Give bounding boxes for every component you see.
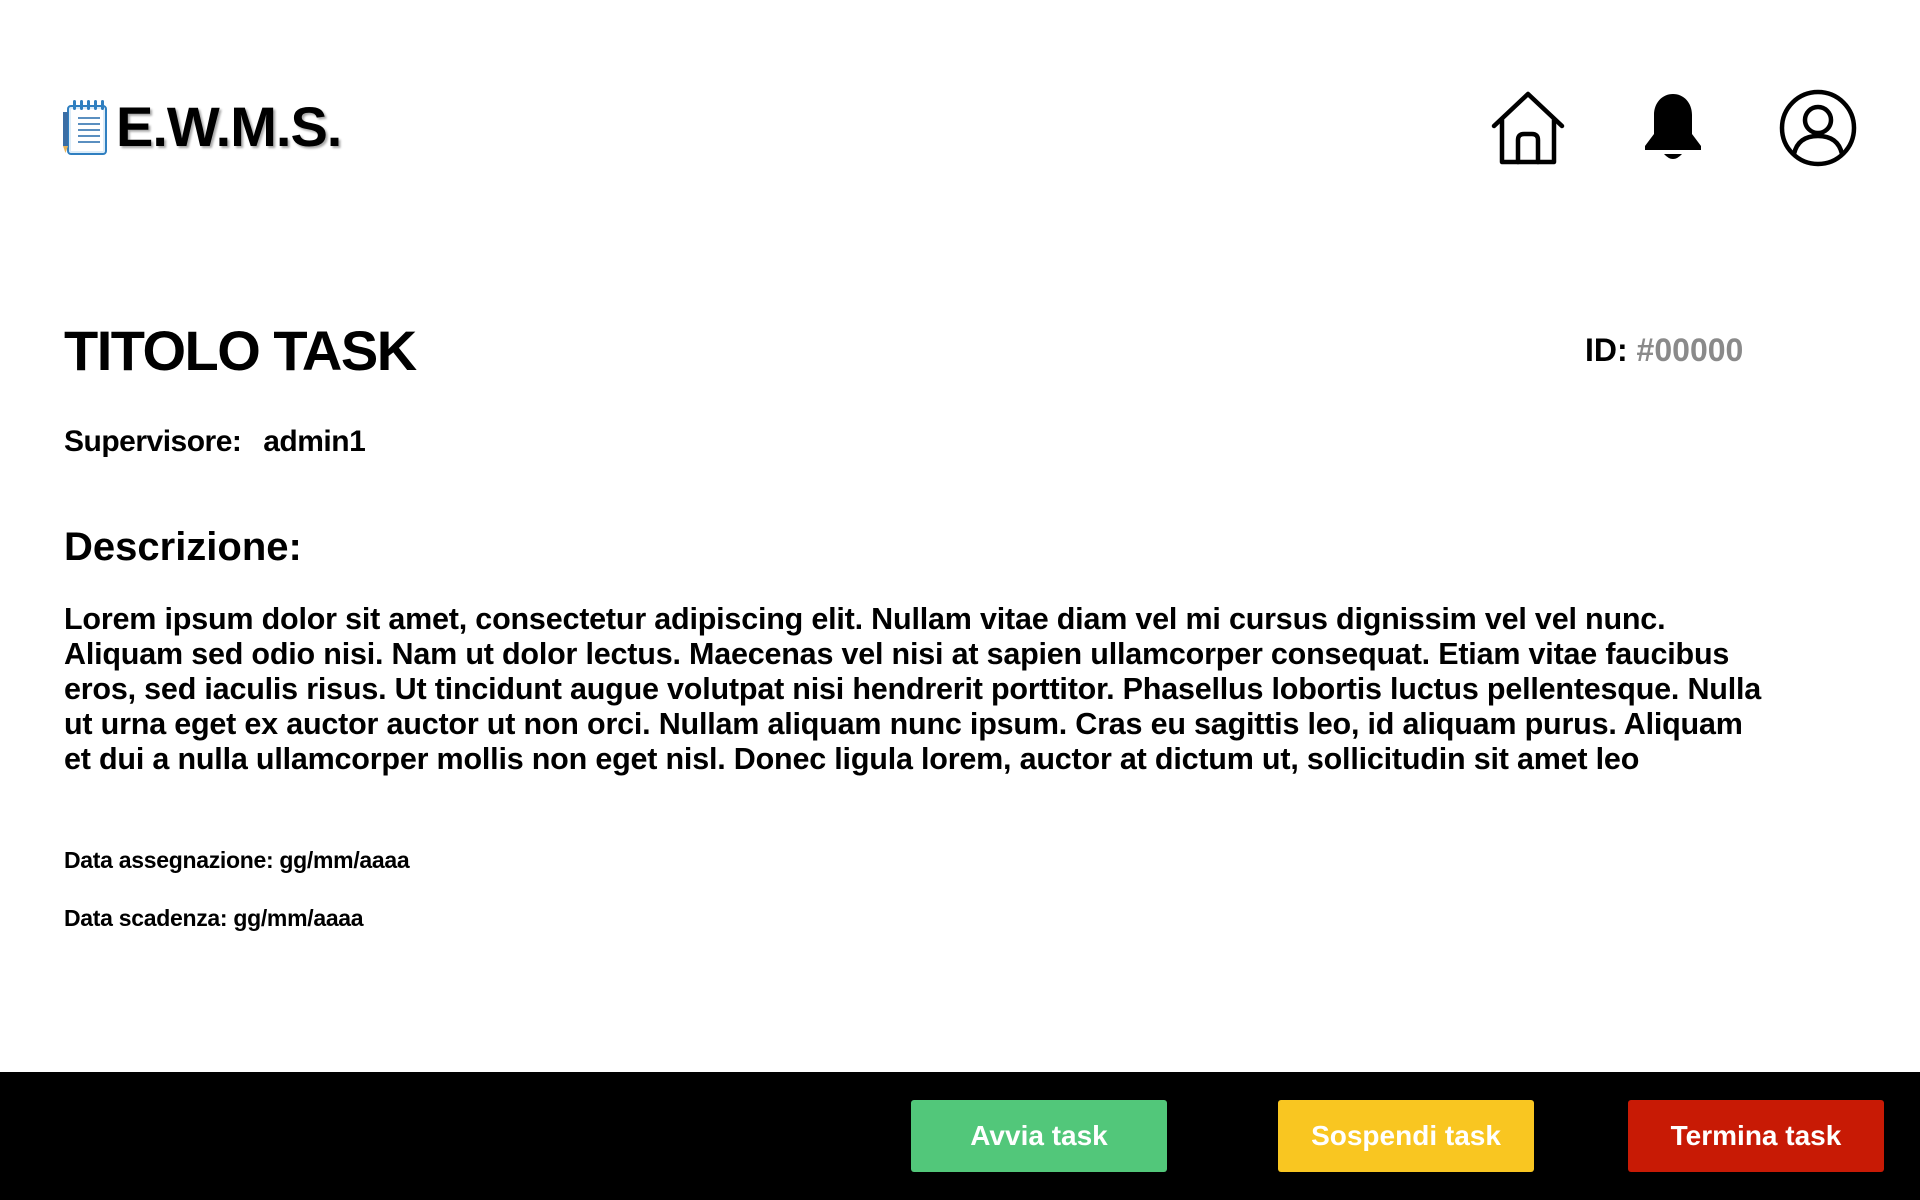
supervisor: Supervisore: admin1 bbox=[64, 424, 366, 460]
supervisor-label: Supervisore: bbox=[64, 425, 242, 458]
due-date: Data scadenza: gg/mm/aaaa bbox=[64, 905, 364, 931]
end-task-button[interactable]: Termina task bbox=[1628, 1100, 1884, 1172]
task-id-label: ID: bbox=[1585, 332, 1628, 368]
description-text: Lorem ipsum dolor sit amet, consectetur … bbox=[64, 602, 1762, 776]
assignment-date: Data assegnazione: gg/mm/aaaa bbox=[64, 847, 410, 873]
notepad-icon bbox=[63, 100, 107, 155]
description-heading: Descrizione: bbox=[64, 525, 302, 569]
start-task-button[interactable]: Avvia task bbox=[911, 1100, 1167, 1172]
app-name: E.W.M.S. bbox=[116, 95, 342, 158]
task-detail-page: E.W.M.S. TITOLO TASK ID: #00000 Supervis… bbox=[0, 0, 1920, 1200]
task-id-value: #00000 bbox=[1636, 332, 1744, 368]
task-id: ID: #00000 bbox=[1585, 330, 1743, 370]
home-icon[interactable] bbox=[1488, 88, 1568, 168]
supervisor-value: admin1 bbox=[263, 425, 366, 458]
suspend-task-button[interactable]: Sospendi task bbox=[1278, 1100, 1534, 1172]
action-bar: Avvia task Sospendi task Termina task bbox=[0, 1072, 1920, 1200]
user-profile-icon[interactable] bbox=[1778, 88, 1858, 168]
task-title: TITOLO TASK bbox=[64, 319, 417, 382]
bell-icon[interactable] bbox=[1633, 88, 1713, 168]
app-logo[interactable]: E.W.M.S. bbox=[62, 95, 342, 158]
